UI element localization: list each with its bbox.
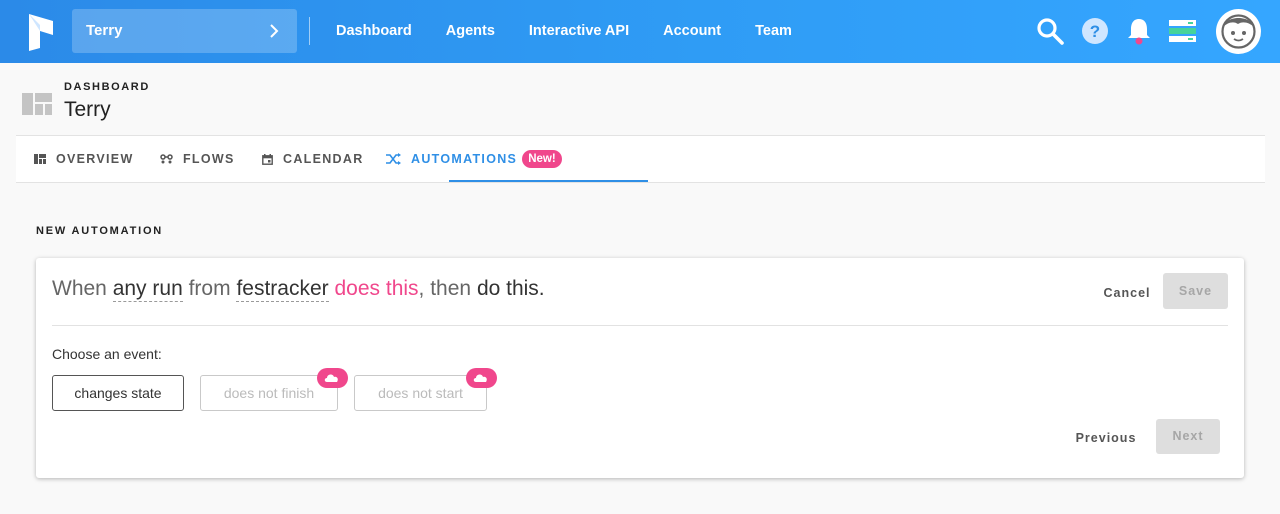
dashboard-icon bbox=[22, 93, 52, 115]
automation-sentence: When any run from festracker does this, … bbox=[52, 277, 545, 302]
help-icon[interactable]: ? bbox=[1080, 16, 1110, 46]
section-title: NEW AUTOMATION bbox=[36, 225, 164, 237]
nav-team[interactable]: Team bbox=[755, 0, 792, 63]
calendar-icon bbox=[262, 153, 273, 165]
action-selector[interactable]: do this. bbox=[477, 277, 545, 300]
flow-selector[interactable]: festracker bbox=[236, 277, 329, 302]
shuffle-icon bbox=[386, 153, 401, 165]
bell-icon[interactable] bbox=[1124, 16, 1154, 46]
main-nav: Dashboard Agents Interactive API Account… bbox=[336, 0, 826, 63]
automation-card: When any run from festracker does this, … bbox=[36, 258, 1244, 478]
top-bar: Terry Dashboard Agents Interactive API A… bbox=[0, 0, 1280, 63]
then-text: , then bbox=[418, 277, 472, 300]
tab-automations[interactable]: AUTOMATIONS New! bbox=[386, 136, 562, 182]
active-tab-indicator bbox=[449, 180, 648, 182]
event-selector[interactable]: does this bbox=[334, 277, 418, 300]
nav-dashboard[interactable]: Dashboard bbox=[336, 0, 412, 63]
new-badge: New! bbox=[522, 150, 562, 168]
breadcrumb: DASHBOARD bbox=[64, 81, 150, 93]
tab-bar: OVERVIEW FLOWS CALENDAR AUTOMATIONS New! bbox=[16, 135, 1265, 183]
flows-icon bbox=[160, 154, 173, 164]
cloud-only-badge bbox=[317, 368, 348, 388]
search-icon[interactable] bbox=[1035, 16, 1065, 46]
tab-overview[interactable]: OVERVIEW bbox=[34, 136, 134, 182]
cloud-icon bbox=[473, 374, 487, 382]
cloud-only-badge bbox=[466, 368, 497, 388]
save-button[interactable]: Save bbox=[1163, 273, 1228, 309]
cancel-button[interactable]: Cancel bbox=[1098, 276, 1156, 310]
chevron-right-icon bbox=[270, 24, 279, 38]
nav-agents[interactable]: Agents bbox=[446, 0, 495, 63]
svg-text:?: ? bbox=[1090, 22, 1100, 41]
tab-flows[interactable]: FLOWS bbox=[160, 136, 235, 182]
cloud-icon bbox=[324, 374, 338, 382]
event-option-changes-state[interactable]: changes state bbox=[52, 375, 184, 411]
tab-label: CALENDAR bbox=[283, 152, 364, 166]
face-avatar-icon bbox=[1221, 14, 1256, 49]
team-selector[interactable]: Terry bbox=[72, 9, 297, 53]
card-divider bbox=[52, 325, 1228, 326]
tab-label: AUTOMATIONS bbox=[411, 152, 518, 166]
previous-button[interactable]: Previous bbox=[1072, 421, 1140, 455]
tab-label: OVERVIEW bbox=[56, 152, 134, 166]
nav-account[interactable]: Account bbox=[663, 0, 721, 63]
prefect-logo[interactable] bbox=[26, 13, 56, 51]
nav-divider bbox=[309, 17, 310, 45]
from-text: from bbox=[188, 277, 231, 300]
overview-icon bbox=[34, 154, 46, 164]
team-name: Terry bbox=[86, 22, 123, 39]
nav-interactive-api[interactable]: Interactive API bbox=[529, 0, 629, 63]
tab-label: FLOWS bbox=[183, 152, 235, 166]
run-scope-selector[interactable]: any run bbox=[112, 277, 183, 302]
event-prompt: Choose an event: bbox=[52, 346, 162, 362]
server-status-icon[interactable] bbox=[1168, 16, 1198, 46]
when-text: When bbox=[52, 277, 107, 300]
next-button[interactable]: Next bbox=[1156, 419, 1220, 454]
page-title: Terry bbox=[64, 98, 111, 121]
avatar[interactable] bbox=[1216, 9, 1261, 54]
tab-calendar[interactable]: CALENDAR bbox=[262, 136, 364, 182]
